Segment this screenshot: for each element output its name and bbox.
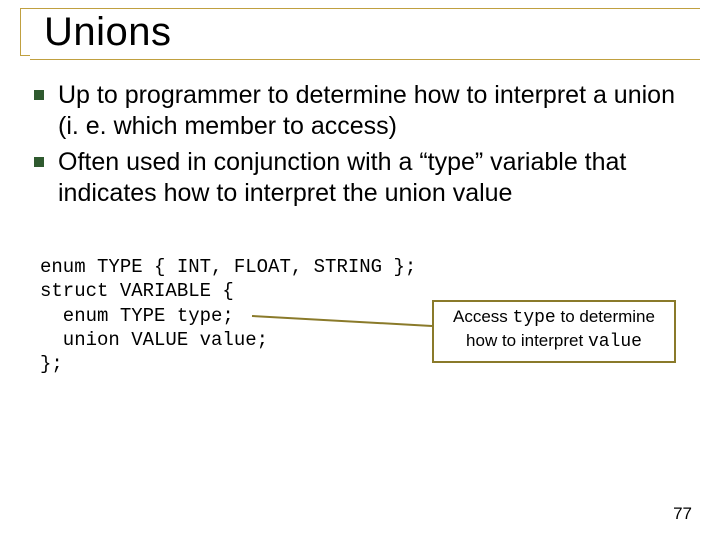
title-rule-top (20, 8, 700, 9)
code-line: union VALUE value; (40, 329, 268, 351)
callout-code: value (588, 332, 642, 352)
title-accent (20, 8, 30, 56)
callout-code: type (513, 308, 556, 328)
code-line: enum TYPE type; (40, 305, 234, 327)
bullet-text: Often used in conjunction with a “type” … (58, 147, 690, 210)
bullet-item: Often used in conjunction with a “type” … (34, 147, 690, 210)
title-area: Unions (20, 8, 700, 60)
slide-title: Unions (20, 8, 700, 55)
content-area: Up to programmer to determine how to int… (34, 80, 690, 213)
code-line: }; (40, 353, 63, 375)
title-rule-bottom (30, 59, 700, 60)
code-line: enum TYPE { INT, FLOAT, STRING }; (40, 256, 416, 278)
callout-box: Access type to determine how to interpre… (432, 300, 676, 363)
callout-text: Access (453, 307, 513, 326)
page-number: 77 (673, 504, 692, 524)
code-block: enum TYPE { INT, FLOAT, STRING }; struct… (40, 255, 416, 377)
code-line: struct VARIABLE { (40, 280, 234, 302)
bullet-icon (34, 157, 44, 167)
bullet-text: Up to programmer to determine how to int… (58, 80, 690, 143)
bullet-icon (34, 90, 44, 100)
bullet-item: Up to programmer to determine how to int… (34, 80, 690, 143)
